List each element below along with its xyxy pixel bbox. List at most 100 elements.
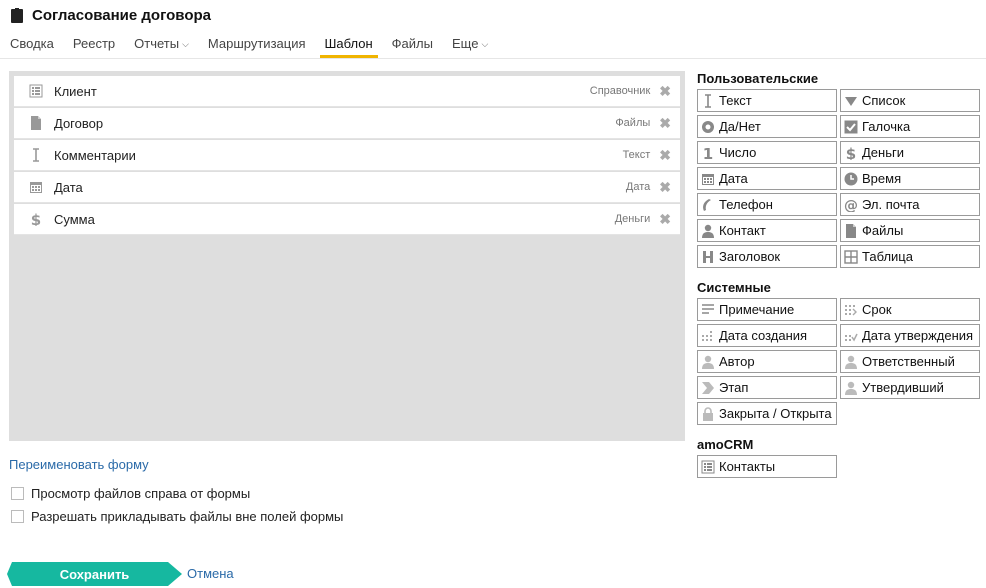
section-title-amocrm: amoCRM bbox=[697, 437, 754, 452]
date-approved-icon bbox=[844, 329, 858, 343]
delete-field-icon[interactable]: ✖ bbox=[659, 147, 671, 164]
field-type: Деньги bbox=[614, 213, 651, 225]
checkbox-label: Разрешать прикладывать файлы вне полей ф… bbox=[31, 509, 344, 524]
field-name: Комментарии bbox=[54, 147, 136, 163]
chevron-down-icon: ⌵ bbox=[481, 39, 489, 49]
text-cursor-icon bbox=[28, 147, 44, 163]
cancel-link[interactable]: Отмена bbox=[187, 566, 234, 581]
svg-text:$: $ bbox=[846, 146, 856, 160]
add-table-field-button[interactable]: Таблица bbox=[840, 245, 980, 268]
section-title-user: Пользовательские bbox=[697, 71, 819, 86]
add-checkbox-field-button[interactable]: Галочка bbox=[840, 115, 980, 138]
add-phone-field-button[interactable]: Телефон bbox=[697, 193, 837, 216]
section-title-system: Системные bbox=[697, 280, 771, 295]
add-approver-field-button[interactable]: Утвердивший bbox=[840, 376, 980, 399]
approver-icon bbox=[844, 381, 858, 395]
checkbox-icon bbox=[844, 120, 858, 134]
field-name: Клиент bbox=[54, 83, 97, 99]
field-name: Сумма bbox=[54, 211, 95, 227]
tab-bar: Сводка Реестр Отчеты ⌵ Маршрутизация Шабл… bbox=[10, 36, 507, 58]
add-author-field-button[interactable]: Автор bbox=[697, 350, 837, 373]
tab-summary[interactable]: Сводка bbox=[10, 36, 54, 58]
text-cursor-icon bbox=[701, 93, 715, 108]
chevron-down-icon: ⌵ bbox=[182, 39, 189, 49]
add-closed-open-field-button[interactable]: Закрыта / Открыта bbox=[697, 402, 837, 425]
dollar-icon: $ bbox=[844, 146, 858, 160]
author-icon bbox=[701, 355, 715, 369]
add-list-field-button[interactable]: Список bbox=[840, 89, 980, 112]
table-icon bbox=[844, 249, 858, 264]
form-field-row[interactable]: Комментарии Текст ✖ bbox=[14, 140, 680, 171]
field-name: Дата bbox=[54, 179, 83, 195]
add-contacts-field-button[interactable]: Контакты bbox=[697, 455, 837, 478]
tab-registry[interactable]: Реестр bbox=[73, 36, 115, 58]
note-lines-icon bbox=[701, 303, 715, 317]
add-email-field-button[interactable]: @ Эл. почта bbox=[840, 193, 980, 216]
radio-icon bbox=[701, 120, 715, 134]
tab-more[interactable]: Еще ⌵ bbox=[452, 36, 488, 58]
file-icon bbox=[844, 223, 858, 238]
responsible-icon bbox=[844, 355, 858, 369]
form-field-row[interactable]: Договор Файлы ✖ bbox=[14, 108, 680, 139]
phone-icon bbox=[701, 198, 715, 212]
tab-reports[interactable]: Отчеты ⌵ bbox=[134, 36, 189, 58]
tabs-divider bbox=[0, 58, 986, 59]
dollar-icon: $ bbox=[28, 211, 44, 227]
tab-files[interactable]: Файлы bbox=[392, 36, 433, 58]
add-number-field-button[interactable]: 1 Число bbox=[697, 141, 837, 164]
svg-text:$: $ bbox=[31, 212, 41, 226]
field-type: Файлы bbox=[615, 117, 651, 129]
add-text-field-button[interactable]: Текст bbox=[697, 89, 837, 112]
page-header: Согласование договора bbox=[10, 6, 211, 24]
checkbox[interactable] bbox=[11, 487, 24, 500]
lock-icon bbox=[701, 406, 715, 421]
calendar-icon bbox=[28, 179, 44, 195]
add-note-field-button[interactable]: Примечание bbox=[697, 298, 837, 321]
triangle-down-icon bbox=[844, 94, 858, 108]
form-field-row[interactable]: $ Сумма Деньги ✖ bbox=[14, 204, 680, 235]
field-type: Текст bbox=[622, 149, 651, 161]
add-yesno-field-button[interactable]: Да/Нет bbox=[697, 115, 837, 138]
add-heading-field-button[interactable]: Заголовок bbox=[697, 245, 837, 268]
add-approved-date-field-button[interactable]: Дата утверждения bbox=[840, 324, 980, 347]
deadline-calendar-icon bbox=[844, 303, 858, 317]
field-type: Справочник bbox=[589, 85, 651, 97]
option-files-right[interactable]: Просмотр файлов справа от формы bbox=[11, 486, 250, 501]
save-button[interactable]: Сохранить bbox=[7, 562, 182, 586]
tab-template[interactable]: Шаблон bbox=[319, 36, 378, 58]
form-canvas[interactable]: Клиент Справочник ✖ Договор Файлы ✖ Комм… bbox=[9, 71, 685, 441]
page-title: Согласование договора bbox=[32, 6, 211, 24]
add-time-field-button[interactable]: Время bbox=[840, 167, 980, 190]
clock-icon bbox=[844, 172, 858, 186]
delete-field-icon[interactable]: ✖ bbox=[659, 83, 671, 100]
checkbox[interactable] bbox=[11, 510, 24, 523]
add-stage-field-button[interactable]: Этап bbox=[697, 376, 837, 399]
add-contact-field-button[interactable]: Контакт bbox=[697, 219, 837, 242]
tab-routing[interactable]: Маршрутизация bbox=[208, 36, 306, 58]
form-field-row[interactable]: Клиент Справочник ✖ bbox=[14, 76, 680, 107]
checkbox-label: Просмотр файлов справа от формы bbox=[31, 486, 251, 501]
contacts-list-icon bbox=[701, 460, 715, 474]
calendar-icon bbox=[701, 172, 715, 186]
person-icon bbox=[701, 224, 715, 238]
svg-text:@: @ bbox=[844, 198, 858, 212]
option-attach-files[interactable]: Разрешать прикладывать файлы вне полей ф… bbox=[11, 509, 343, 524]
file-icon bbox=[28, 115, 44, 131]
delete-field-icon[interactable]: ✖ bbox=[659, 179, 671, 196]
delete-field-icon[interactable]: ✖ bbox=[659, 211, 671, 228]
add-responsible-field-button[interactable]: Ответственный bbox=[840, 350, 980, 373]
field-type: Дата bbox=[625, 181, 651, 193]
heading-icon bbox=[701, 250, 715, 264]
add-deadline-field-button[interactable]: Срок bbox=[840, 298, 980, 321]
form-field-row[interactable]: Дата Дата ✖ bbox=[14, 172, 680, 203]
add-money-field-button[interactable]: $ Деньги bbox=[840, 141, 980, 164]
delete-field-icon[interactable]: ✖ bbox=[659, 115, 671, 132]
svg-text:1: 1 bbox=[703, 146, 713, 160]
rename-form-link[interactable]: Переименовать форму bbox=[9, 457, 149, 472]
add-files-field-button[interactable]: Файлы bbox=[840, 219, 980, 242]
add-created-date-field-button[interactable]: Дата создания bbox=[697, 324, 837, 347]
add-date-field-button[interactable]: Дата bbox=[697, 167, 837, 190]
at-icon: @ bbox=[844, 198, 858, 212]
clipboard-icon bbox=[10, 7, 24, 23]
stage-arrow-icon bbox=[701, 381, 715, 395]
